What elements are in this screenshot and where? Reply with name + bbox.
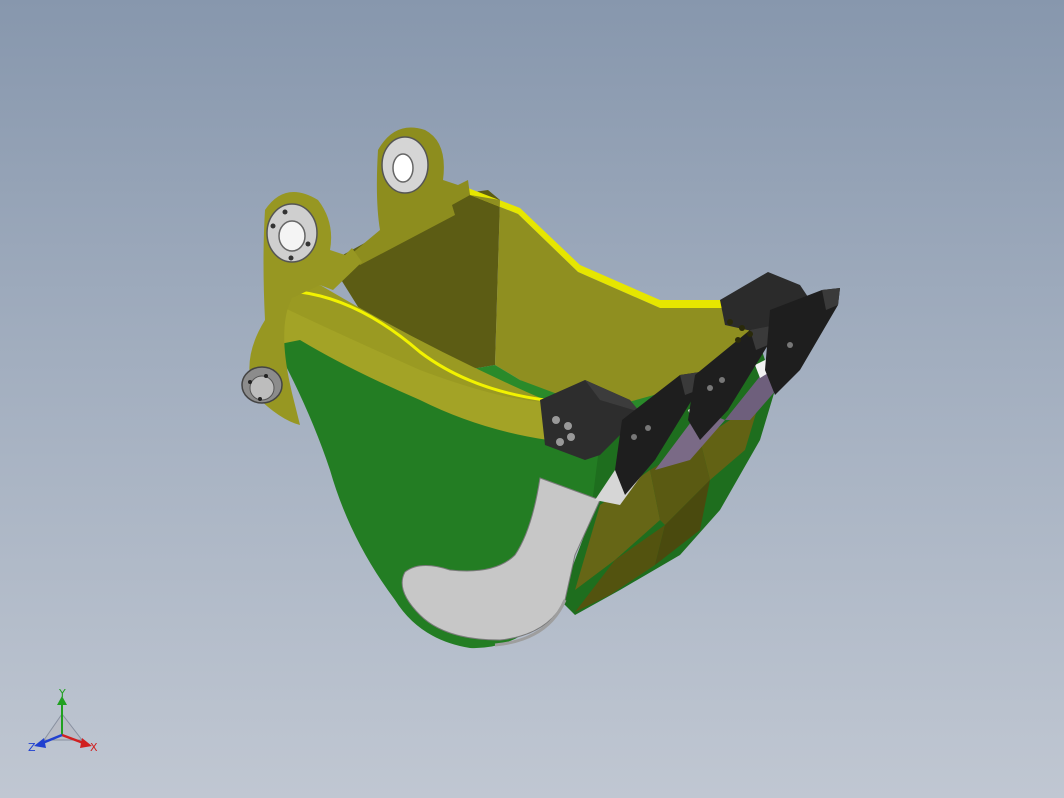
plate-hole	[739, 325, 745, 331]
graphics-viewport[interactable]: Y X Z	[0, 0, 1064, 798]
bushing-bolt	[282, 209, 288, 215]
plate-hole	[747, 331, 753, 337]
far-pin-hole	[392, 153, 414, 183]
cutter-bolt	[564, 422, 572, 430]
reference-triad[interactable]: Y X Z	[28, 687, 98, 754]
plate-hole	[735, 337, 741, 343]
triad-x-label: X	[90, 741, 98, 754]
bucket-model[interactable]: Y X Z	[0, 0, 1064, 798]
cutter-bolt	[552, 416, 560, 424]
bushing-bolt	[305, 241, 311, 247]
triad-y-label: Y	[58, 687, 66, 700]
triad-z-arrow	[34, 738, 46, 748]
cutter-bolt	[567, 433, 575, 441]
bushing-bolt	[248, 380, 252, 384]
bushing-bolt	[258, 397, 262, 401]
link-bushing-inner	[249, 375, 275, 401]
near-pin-hole	[278, 220, 306, 252]
bushing-bolt	[264, 374, 268, 378]
bushing-bolt	[288, 255, 294, 261]
bushing-bolt	[270, 223, 276, 229]
triad-z-label: Z	[28, 741, 36, 754]
plate-hole	[727, 319, 733, 325]
cutter-bolt	[556, 438, 564, 446]
